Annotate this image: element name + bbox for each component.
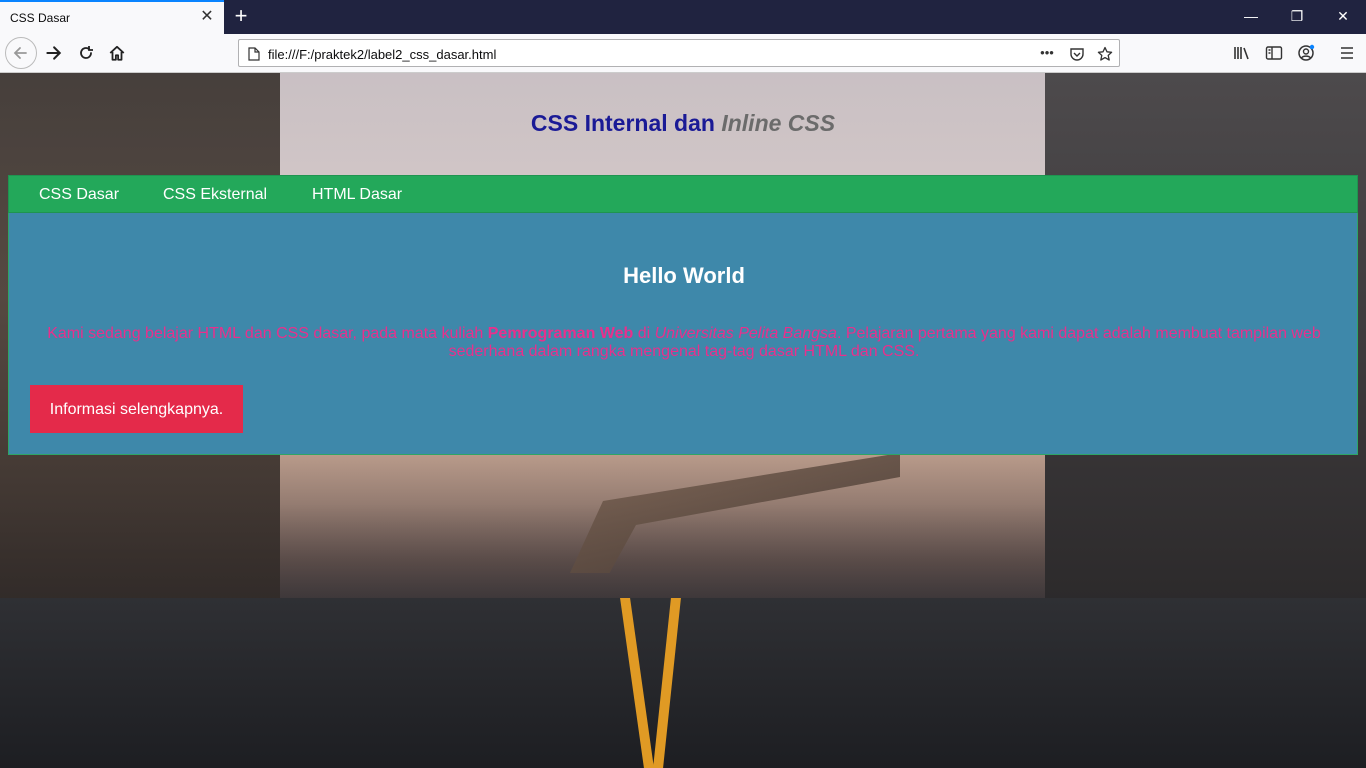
menu-icon[interactable] bbox=[1338, 44, 1356, 62]
background-road bbox=[0, 598, 1366, 768]
pocket-icon[interactable] bbox=[1069, 46, 1085, 62]
paragraph-italic: Universitas Pelita Bangsa bbox=[654, 325, 837, 342]
page-actions-icon[interactable]: ••• bbox=[1039, 44, 1055, 60]
content-title: Hello World bbox=[623, 263, 745, 288]
new-tab-button[interactable]: + bbox=[230, 4, 252, 28]
tab-close-icon[interactable]: ✕ bbox=[198, 8, 216, 26]
back-icon[interactable] bbox=[5, 37, 37, 69]
library-icon[interactable] bbox=[1233, 44, 1251, 62]
paragraph-bold: Pemrograman Web bbox=[487, 325, 634, 342]
url-bar[interactable]: file:///F:/praktek2/label2_css_dasar.htm… bbox=[238, 39, 1120, 67]
window-close-button[interactable]: ✕ bbox=[1320, 0, 1366, 32]
nav-link-html-dasar[interactable]: HTML Dasar bbox=[312, 186, 402, 204]
paragraph-text-2: di bbox=[633, 325, 655, 342]
page-heading: CSS Internal dan Inline CSS bbox=[0, 110, 1366, 137]
account-icon[interactable] bbox=[1297, 44, 1315, 62]
nav-bar: CSS Dasar CSS Eksternal HTML Dasar bbox=[8, 175, 1358, 213]
restore-button[interactable]: ❐ bbox=[1274, 0, 1320, 32]
sidebar-icon[interactable] bbox=[1265, 44, 1283, 62]
background-bridge bbox=[570, 453, 900, 573]
nav-link-css-eksternal[interactable]: CSS Eksternal bbox=[163, 186, 267, 204]
tab-title: CSS Dasar bbox=[10, 11, 71, 25]
content-box: Hello World Kami sedang belajar HTML dan… bbox=[8, 213, 1358, 455]
page-icon bbox=[246, 46, 262, 62]
heading-em: Inline CSS bbox=[721, 110, 836, 136]
paragraph-text-1: Kami sedang belajar HTML dan CSS dasar, … bbox=[47, 325, 488, 342]
active-tab[interactable]: CSS Dasar ✕ bbox=[0, 0, 224, 34]
info-button[interactable]: Informasi selengkapnya. bbox=[30, 385, 243, 433]
tab-bar: CSS Dasar ✕ + — ❐ ✕ bbox=[0, 0, 1366, 34]
navigation-toolbar: file:///F:/praktek2/label2_css_dasar.htm… bbox=[0, 34, 1366, 73]
url-text: file:///F:/praktek2/label2_css_dasar.htm… bbox=[268, 47, 497, 62]
home-icon[interactable] bbox=[103, 39, 131, 67]
minimize-button[interactable]: — bbox=[1228, 0, 1274, 32]
content-paragraph: Kami sedang belajar HTML dan CSS dasar, … bbox=[39, 325, 1329, 361]
reload-icon[interactable] bbox=[72, 39, 100, 67]
nav-link-css-dasar[interactable]: CSS Dasar bbox=[39, 186, 119, 204]
bookmark-star-icon[interactable] bbox=[1097, 46, 1113, 62]
web-page: CSS Internal dan Inline CSS CSS Dasar CS… bbox=[0, 73, 1366, 768]
heading-main: CSS Internal dan bbox=[530, 110, 722, 136]
forward-icon[interactable] bbox=[39, 39, 67, 67]
